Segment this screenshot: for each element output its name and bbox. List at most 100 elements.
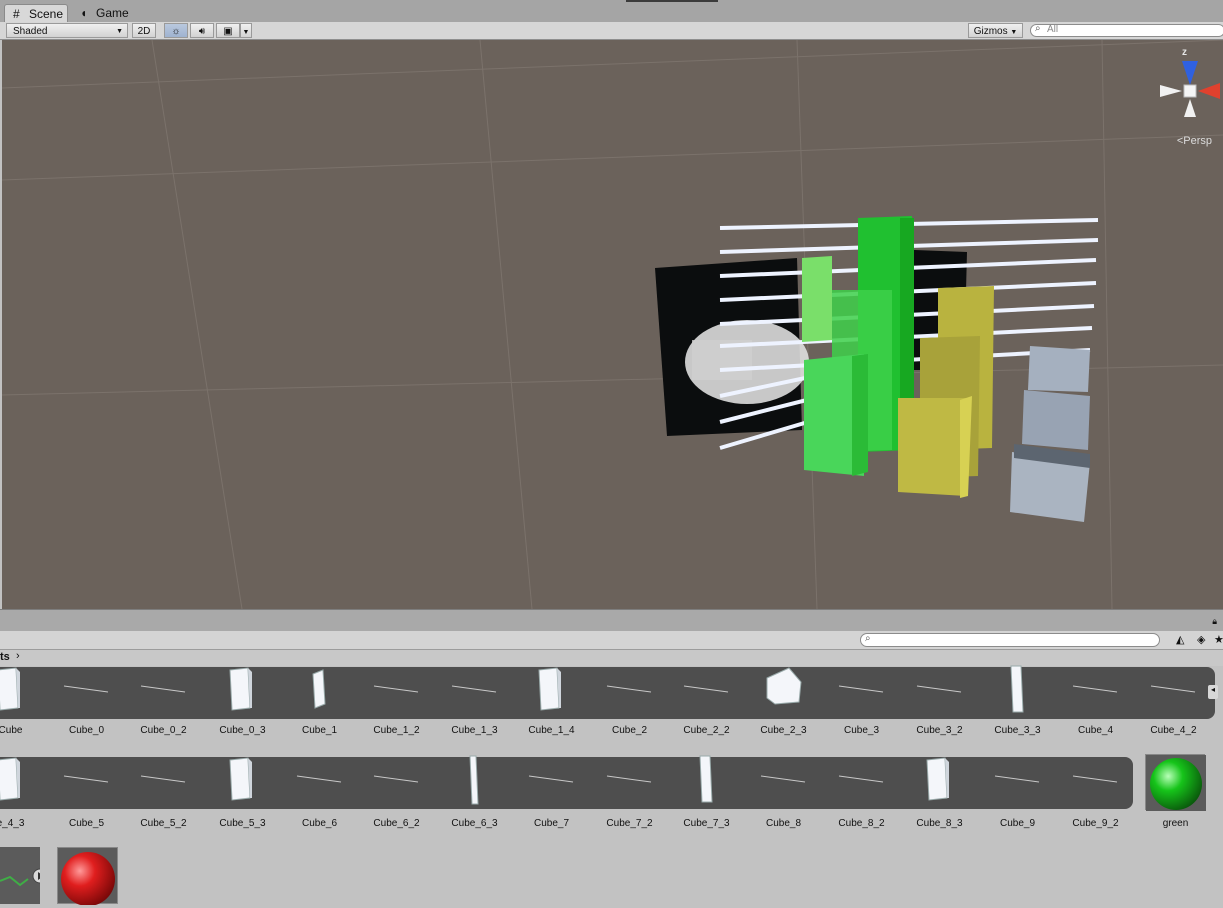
2d-toggle-label: 2D [137,26,151,37]
line-mesh-icon [760,775,806,783]
asset-label: Cube_1_3 [451,725,498,736]
asset-animation-thumb[interactable] [0,847,48,904]
asset-label: Cube_6 [301,818,338,829]
tab-game[interactable]: ◖ Game [72,4,134,22]
asset-label: Cube_7_3 [683,818,730,829]
asset-label: Cube_4 [1077,725,1114,736]
shading-mode-dropdown[interactable]: Shaded ▼ [6,23,128,38]
asset-label: Cube_9_2 [1072,818,1119,829]
effects-dropdown-button[interactable]: ▼ [240,23,252,38]
line-mesh-icon [683,685,729,693]
cube-mesh-icon [0,667,20,711]
cube-mesh-icon [1010,665,1024,713]
green-bars [802,216,914,476]
panel-divider[interactable]: 🔒︎ [0,609,1223,632]
lock-icon[interactable]: 🔒︎ [1212,616,1217,627]
drag-handle[interactable] [626,0,718,2]
asset-label: Cube_7_2 [606,818,653,829]
scene-viewport[interactable]: z <Persp [2,40,1223,609]
asset-label: Cube_7 [533,818,570,829]
scene-search-input[interactable]: ⌕ All [1030,23,1223,37]
asset-thumbnail [676,754,736,810]
asset-label: Cube_0_2 [140,725,187,736]
asset-thumbnail [1065,664,1125,720]
asset-label: Cube_9 [999,818,1036,829]
asset-label: Cube_5_3 [219,818,266,829]
label-tag-icon[interactable]: ◈ [1197,633,1205,646]
scene-render [2,40,1223,609]
line-mesh-icon [1072,775,1118,783]
asset-label: Cube_3 [843,725,880,736]
tab-scene[interactable]: # Scene [4,4,68,22]
asset-thumbnail [289,664,349,720]
line-mesh-icon [606,685,652,693]
line-mesh-icon [1150,685,1196,693]
scene-toolbar: Shaded ▼ 2D ☼ 🔊︎ ▣ ▼ Gizmos ▼ ⌕ All [0,22,1223,40]
shading-mode-value: Shaded [13,26,48,37]
asset-thumbnail [56,754,116,810]
chevron-right-icon: › [16,650,20,662]
favorite-star-icon[interactable]: ★ [1214,633,1223,646]
asset-thumbnail [1065,754,1125,810]
effects-toggle-button[interactable]: ▣ [216,23,240,38]
search-icon: ⌕ [1035,23,1041,34]
asset-thumbnail [753,754,813,810]
asset-thumbnail [133,754,193,810]
audio-toggle-button[interactable]: 🔊︎ [190,23,214,38]
asset-thumbnail [444,754,504,810]
asset-thumbnail [909,754,969,810]
asset-label: Cube_1 [301,725,338,736]
line-mesh-icon [140,685,186,693]
cube-mesh-icon [229,667,252,711]
filter-by-type-icon[interactable]: ◭ [1176,633,1184,646]
animation-clip-icon [0,868,48,887]
breadcrumb-item[interactable]: ts [0,651,10,663]
asset-label: Cube_3_2 [916,725,963,736]
asset-thumbnail [212,664,272,720]
asset-red-material[interactable] [57,847,118,906]
search-icon: ⌕ [865,633,871,644]
line-mesh-icon [451,685,497,693]
asset-thumbnail [831,664,891,720]
lighting-toggle-button[interactable]: ☼ [164,23,188,38]
cube-mesh-icon [699,755,713,803]
projection-toggle[interactable]: <Persp [1177,135,1212,147]
asset-thumbnail [366,754,426,810]
asset-thumbnail [599,664,659,720]
asset-thumbnail [1145,754,1206,811]
2d-toggle-button[interactable]: 2D [132,23,156,38]
asset-thumbnail [599,754,659,810]
asset-thumbnail [909,664,969,720]
dropdown-arrow-icon: ▼ [242,29,250,36]
asset-thumbnail [521,754,581,810]
asset-label: Cube_0 [68,725,105,736]
sun-icon: ☼ [171,26,181,37]
asset-label: Cube_2_2 [683,725,730,736]
asset-label: Cube_2 [611,725,648,736]
green-sphere-icon [1146,755,1206,811]
asset-label: Cube_5_2 [140,818,187,829]
asset-thumbnail [1143,664,1203,720]
project-search-input[interactable]: ⌕ [860,633,1160,647]
collapse-arrow-icon[interactable]: ◂ [1208,685,1218,699]
gray-bars [1010,346,1090,522]
asset-thumbnail [753,664,813,720]
ground-grid [2,40,1223,609]
line-mesh-icon [994,775,1040,783]
grid-icon: # [13,7,20,21]
asset-thumbnail [56,664,116,720]
asset-label: Cube_1_4 [528,725,575,736]
gizmos-dropdown[interactable]: Gizmos ▼ [968,23,1023,38]
line-mesh-icon [838,775,884,783]
orientation-gizmo[interactable] [1160,61,1220,117]
asset-thumbnail [831,754,891,810]
asset-thumbnail [212,754,272,810]
line-mesh-icon [63,775,109,783]
line-mesh-icon [606,775,652,783]
asset-label: Cube_6_2 [373,818,420,829]
dropdown-arrow-icon: ▼ [1010,29,1018,36]
asset-label: Cube_1_2 [373,725,420,736]
line-mesh-icon [838,685,884,693]
asset-label: Cube_0_3 [219,725,266,736]
editor-tab-strip: # Scene ◖ Game [0,0,1223,23]
